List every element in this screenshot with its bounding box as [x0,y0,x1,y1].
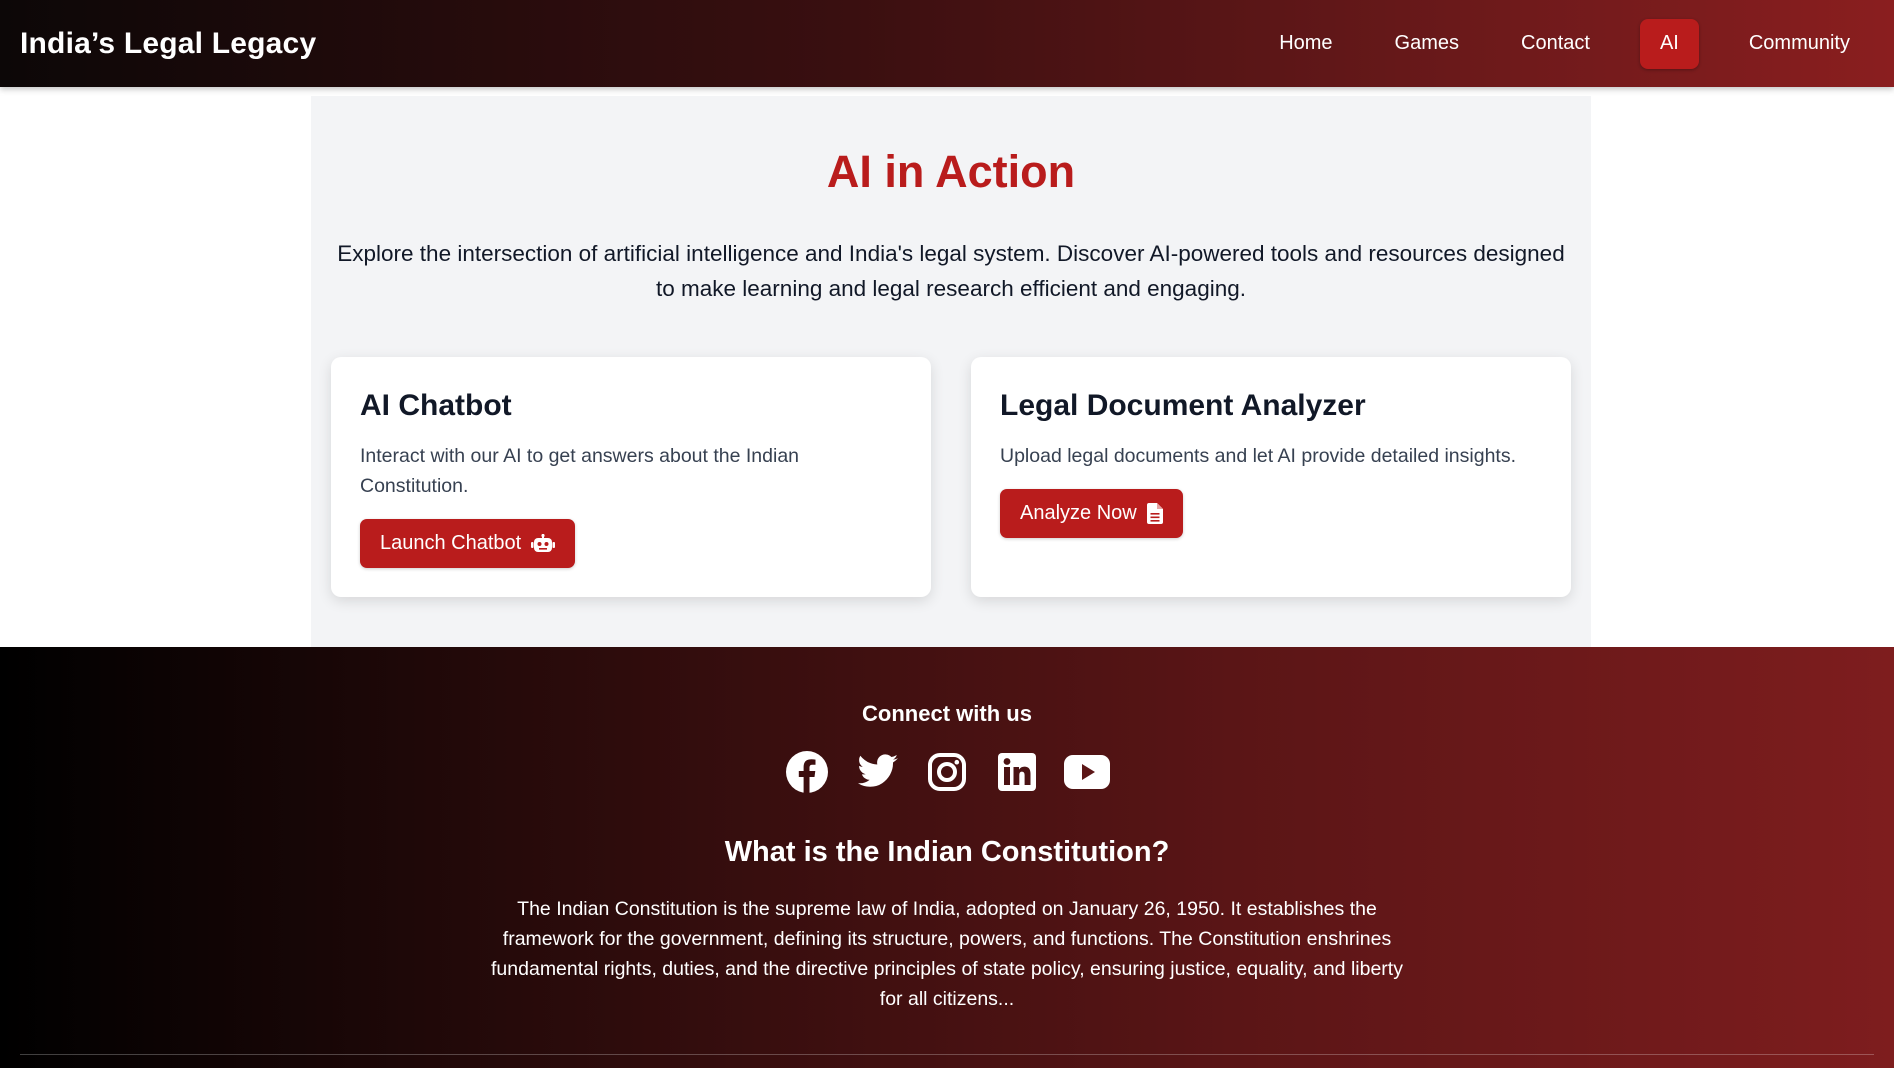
about-text: The Indian Constitution is the supreme l… [491,898,1403,1010]
file-document-icon [1146,503,1163,524]
footer-divider [20,1054,1874,1055]
facebook-icon[interactable] [784,749,830,795]
robot-icon [531,533,556,554]
site-brand[interactable]: India’s Legal Legacy [20,27,316,61]
connect-title: Connect with us [862,701,1032,726]
card-title: Legal Document Analyzer [1000,389,1366,422]
intro-text: Explore the intersection of artificial i… [337,241,1565,301]
instagram-icon[interactable] [924,749,970,795]
nav-link-contact[interactable]: Contact [1509,19,1602,69]
card-description: Interact with our AI to get answers abou… [360,445,800,497]
ai-chatbot-card: AI Chatbot Interact with our AI to get a… [331,357,931,597]
button-label: Launch Chatbot [380,532,522,554]
about-title: What is the Indian Constitution? [724,836,1170,868]
footer: Connect with us What is the Indian Const… [0,647,1894,1068]
nav-link-community[interactable]: Community [1737,19,1862,69]
button-label: Analyze Now [1020,502,1137,524]
nav-links: Home Games Contact AI Community [1229,18,1862,69]
launch-chatbot-button[interactable]: Launch Chatbot [360,519,576,568]
card-title: AI Chatbot [360,389,512,422]
social-links [0,749,1894,795]
nav-link-home[interactable]: Home [1267,19,1344,69]
youtube-icon[interactable] [1064,749,1110,795]
navbar: India’s Legal Legacy Home Games Contact … [0,0,1894,87]
twitter-icon[interactable] [854,749,900,795]
legal-document-analyzer-card: Legal Document Analyzer Upload legal doc… [971,357,1571,597]
nav-link-ai[interactable]: AI [1639,18,1699,69]
analyze-now-button[interactable]: Analyze Now [1000,489,1183,538]
ai-section: AI in Action Explore the intersection of… [311,96,1591,647]
linkedin-icon[interactable] [994,749,1040,795]
nav-link-games[interactable]: Games [1383,19,1471,69]
page-title: AI in Action [826,146,1076,197]
card-description: Upload legal documents and let AI provid… [1000,445,1516,467]
